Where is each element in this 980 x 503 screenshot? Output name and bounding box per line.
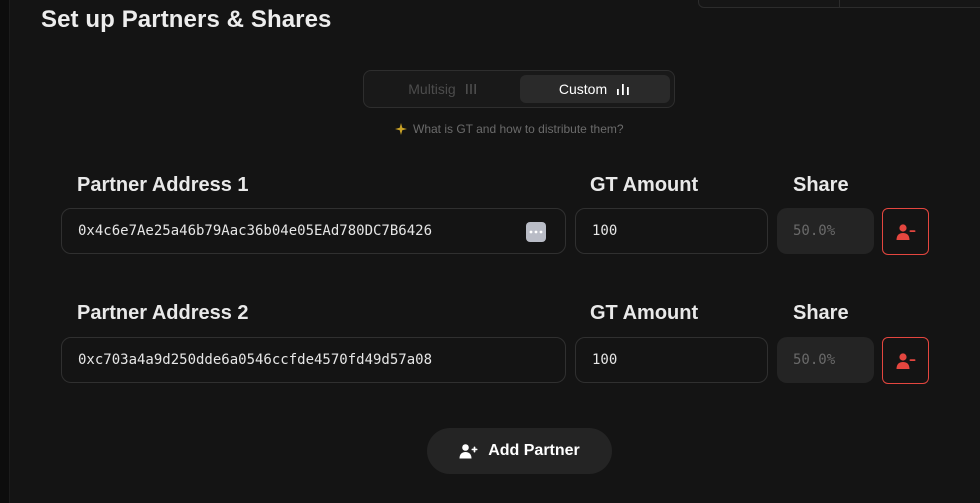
partner-address-value: 0xc703a4a9d250dde6a0546ccfde4570fd49d57a…	[78, 352, 433, 368]
partner-address-label: Partner Address 1	[77, 174, 249, 196]
mode-toggle: Multisig Custom	[363, 70, 675, 108]
gt-help-text: What is GT and how to distribute them?	[413, 122, 624, 136]
gt-amount-value: 100	[592, 352, 618, 368]
gt-amount-input[interactable]: 100	[575, 208, 768, 254]
share-value: 50.0%	[793, 352, 836, 368]
toggle-multisig-label: Multisig	[408, 81, 456, 97]
gt-amount-label: GT Amount	[590, 302, 699, 324]
toggle-custom-label: Custom	[558, 81, 608, 97]
top-controls-fragment	[698, 0, 980, 8]
gt-amount-input[interactable]: 100	[575, 337, 768, 383]
share-label: Share	[793, 302, 849, 324]
share-label: Share	[793, 174, 849, 196]
gt-amount-value: 100	[592, 223, 618, 239]
partner-address-input[interactable]: 0x4c6e7Ae25a46b79Aac36b04e05EAd780DC7B64…	[61, 208, 566, 254]
user-minus-icon	[896, 352, 915, 369]
gt-help-link[interactable]: What is GT and how to distribute them?	[394, 122, 624, 136]
partners-shares-page: Set up Partners & Shares Multisig Custom…	[0, 0, 980, 503]
partner-address-label: Partner Address 2	[77, 302, 249, 324]
bar-chart-icon	[617, 84, 629, 95]
gt-amount-label: GT Amount	[590, 174, 699, 196]
sparkle-icon	[395, 123, 407, 135]
share-field: 50.0%	[777, 337, 874, 383]
add-partner-button[interactable]: Add Partner	[427, 428, 612, 474]
user-minus-icon	[896, 223, 915, 240]
add-partner-label: Add Partner	[488, 442, 580, 459]
partner-address-value: 0x4c6e7Ae25a46b79Aac36b04e05EAd780DC7B64…	[78, 223, 433, 239]
toggle-custom[interactable]: Custom	[520, 75, 670, 103]
left-panel-edge	[0, 0, 10, 503]
toggle-multisig[interactable]: Multisig	[368, 75, 518, 103]
more-options-icon[interactable]	[526, 222, 546, 242]
remove-partner-button[interactable]	[882, 337, 929, 384]
page-title: Set up Partners & Shares	[41, 6, 332, 33]
partner-address-input[interactable]: 0xc703a4a9d250dde6a0546ccfde4570fd49d57a…	[61, 337, 566, 383]
vertical-bars-icon	[465, 84, 476, 94]
share-value: 50.0%	[793, 223, 836, 239]
remove-partner-button[interactable]	[882, 208, 929, 255]
share-field: 50.0%	[777, 208, 874, 254]
user-plus-icon	[459, 444, 478, 459]
